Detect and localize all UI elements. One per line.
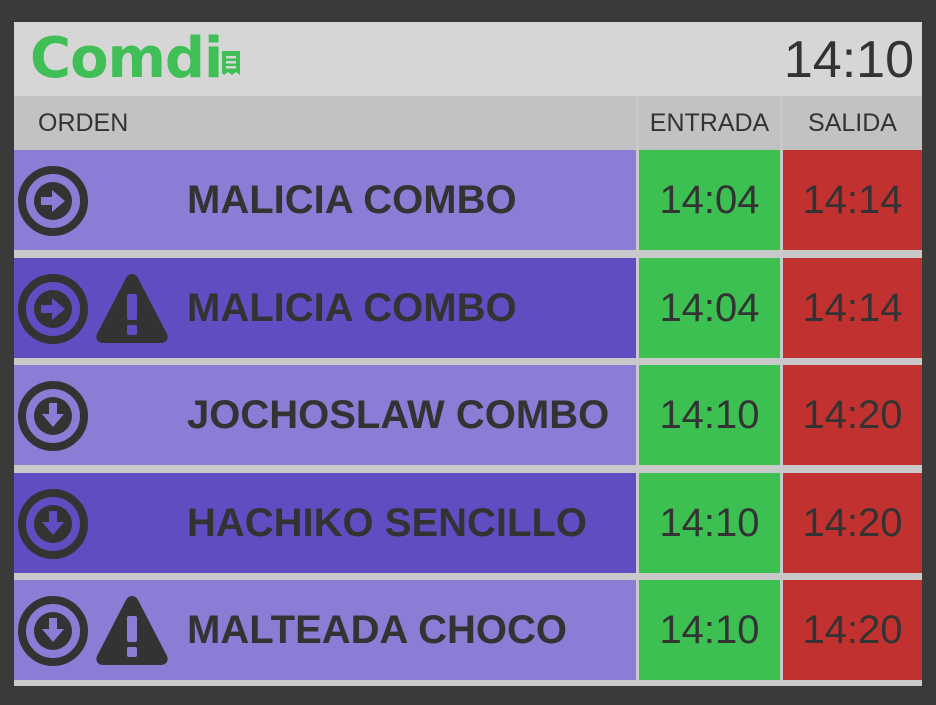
kitchen-display: Comdi 14:10 ORDEN ENTRADA SALIDA MALICIA… bbox=[14, 22, 922, 686]
salida-time: 14:20 bbox=[802, 392, 903, 437]
entrada-time: 14:10 bbox=[659, 607, 760, 652]
salida-time: 14:20 bbox=[802, 607, 903, 652]
salida-cell: 14:20 bbox=[783, 580, 922, 680]
entrada-cell: 14:04 bbox=[639, 150, 780, 250]
header: Comdi 14:10 bbox=[14, 22, 922, 96]
order-row[interactable]: MALICIA COMBO 14:04 14:14 bbox=[14, 258, 922, 358]
arrow-down-circle-icon bbox=[18, 381, 88, 451]
salida-cell: 14:14 bbox=[783, 150, 922, 250]
column-header-orden: ORDEN bbox=[14, 96, 636, 150]
order-cell: MALICIA COMBO bbox=[14, 150, 636, 250]
arrow-down-circle-icon bbox=[18, 489, 88, 559]
salida-cell: 14:20 bbox=[783, 365, 922, 465]
order-name: MALICIA COMBO bbox=[187, 286, 517, 330]
entrada-time: 14:04 bbox=[659, 177, 760, 222]
column-header-entrada: ENTRADA bbox=[639, 96, 780, 150]
order-row[interactable]: HACHIKO SENCILLO 14:10 14:20 bbox=[14, 473, 922, 573]
logo-text: Comdi bbox=[30, 26, 223, 91]
arrow-right-circle-icon bbox=[18, 166, 88, 236]
salida-time: 14:14 bbox=[802, 285, 903, 330]
warning-icon bbox=[96, 596, 168, 665]
salida-time: 14:20 bbox=[802, 500, 903, 545]
order-row[interactable]: MALICIA COMBO 14:04 14:14 bbox=[14, 150, 922, 250]
arrow-down-circle-icon bbox=[18, 596, 88, 666]
salida-time: 14:14 bbox=[802, 177, 903, 222]
entrada-time: 14:10 bbox=[659, 500, 760, 545]
entrada-cell: 14:10 bbox=[639, 365, 780, 465]
salida-cell: 14:14 bbox=[783, 258, 922, 358]
warning-icon bbox=[96, 274, 168, 343]
order-name: HACHIKO SENCILLO bbox=[187, 501, 587, 545]
entrada-cell: 14:04 bbox=[639, 258, 780, 358]
order-cell: HACHIKO SENCILLO bbox=[14, 473, 636, 573]
order-name: MALTEADA CHOCO bbox=[187, 608, 567, 652]
salida-cell: 14:20 bbox=[783, 473, 922, 573]
order-row[interactable]: JOCHOSLAW COMBO 14:10 14:20 bbox=[14, 365, 922, 465]
entrada-time: 14:10 bbox=[659, 392, 760, 437]
column-header-salida: SALIDA bbox=[783, 96, 922, 150]
order-name: JOCHOSLAW COMBO bbox=[187, 393, 610, 437]
order-cell: MALTEADA CHOCO bbox=[14, 580, 636, 680]
entrada-cell: 14:10 bbox=[639, 580, 780, 680]
order-row[interactable]: MALTEADA CHOCO 14:10 14:20 bbox=[14, 580, 922, 680]
order-name: MALICIA COMBO bbox=[187, 178, 517, 222]
entrada-time: 14:04 bbox=[659, 285, 760, 330]
arrow-right-circle-icon bbox=[18, 274, 88, 344]
app-logo: Comdi bbox=[30, 24, 242, 94]
order-cell: JOCHOSLAW COMBO bbox=[14, 365, 636, 465]
column-headers: ORDEN ENTRADA SALIDA bbox=[14, 96, 922, 150]
clock: 14:10 bbox=[783, 31, 914, 89]
order-cell: MALICIA COMBO bbox=[14, 258, 636, 358]
receipt-icon bbox=[222, 51, 241, 75]
entrada-cell: 14:10 bbox=[639, 473, 780, 573]
